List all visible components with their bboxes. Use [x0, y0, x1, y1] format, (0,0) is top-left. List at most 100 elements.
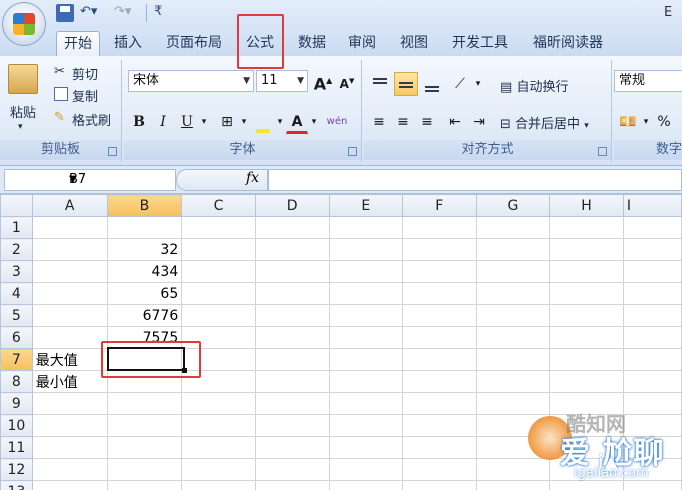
font-name-select[interactable]: 宋体 ▼: [128, 70, 254, 92]
align-center-icon[interactable]: ≡: [392, 110, 414, 134]
orientation-icon[interactable]: ⟋: [448, 72, 472, 96]
cell[interactable]: [622, 304, 682, 327]
cell[interactable]: [475, 282, 551, 305]
chevron-down-icon[interactable]: ▼: [69, 174, 171, 185]
cell[interactable]: [402, 414, 477, 437]
cell[interactable]: [475, 304, 551, 327]
cell[interactable]: [402, 348, 477, 371]
column-header-b[interactable]: B: [106, 194, 183, 217]
cell[interactable]: [475, 238, 551, 261]
cell[interactable]: [328, 216, 404, 239]
tab-home[interactable]: 开始: [56, 31, 100, 56]
cell[interactable]: [254, 370, 330, 393]
cell[interactable]: [328, 238, 404, 261]
row-header[interactable]: 9: [0, 392, 33, 415]
cell[interactable]: [549, 304, 624, 327]
cell-b[interactable]: [106, 458, 183, 481]
cell[interactable]: [402, 370, 477, 393]
cell[interactable]: [328, 392, 404, 415]
font-color-dropdown-icon[interactable]: ▾: [308, 110, 320, 134]
font-launcher-icon[interactable]: [348, 147, 357, 156]
cell[interactable]: [475, 216, 551, 239]
cell-b[interactable]: [106, 436, 183, 459]
cell[interactable]: [328, 480, 404, 490]
column-header-e[interactable]: E: [328, 194, 404, 217]
paste-dropdown-icon[interactable]: ▾: [18, 122, 23, 132]
cell[interactable]: [622, 260, 682, 283]
cell[interactable]: [622, 326, 682, 349]
cell[interactable]: [181, 238, 256, 261]
cell[interactable]: [549, 216, 624, 239]
cell[interactable]: [402, 238, 477, 261]
cell-b[interactable]: 32: [106, 238, 183, 261]
cell-a[interactable]: 最大值: [31, 348, 108, 371]
cell-a[interactable]: [31, 326, 108, 349]
cell-b[interactable]: [106, 414, 183, 437]
align-middle-icon[interactable]: [394, 72, 418, 96]
row-header[interactable]: 13: [0, 480, 33, 490]
redo-button[interactable]: ↷▾: [114, 4, 148, 22]
cell[interactable]: [622, 238, 682, 261]
font-size-select[interactable]: 11 ▼: [256, 70, 308, 92]
row-header[interactable]: 8: [0, 370, 33, 393]
column-header-d[interactable]: D: [254, 194, 330, 217]
row-header[interactable]: 11: [0, 436, 33, 459]
cell[interactable]: [549, 370, 624, 393]
row-header[interactable]: 6: [0, 326, 33, 349]
row-header[interactable]: 7: [0, 348, 33, 371]
accounting-format-icon[interactable]: 💴: [616, 110, 640, 134]
cell[interactable]: [328, 414, 404, 437]
cell[interactable]: [181, 260, 256, 283]
cell[interactable]: [402, 436, 477, 459]
cell-a[interactable]: [31, 436, 108, 459]
tab-review[interactable]: 审阅: [340, 31, 384, 56]
undo-button[interactable]: ↶▾: [80, 4, 110, 22]
cell[interactable]: [181, 392, 256, 415]
office-button[interactable]: [2, 2, 46, 46]
grow-font-button[interactable]: A▲: [312, 69, 334, 93]
tab-foxit-reader[interactable]: 福昕阅读器: [522, 31, 614, 56]
cell[interactable]: [254, 480, 330, 490]
cell-a[interactable]: [31, 480, 108, 490]
cell-a[interactable]: [31, 414, 108, 437]
cell[interactable]: [254, 458, 330, 481]
column-header-g[interactable]: G: [475, 194, 551, 217]
cell[interactable]: [181, 414, 256, 437]
cell[interactable]: [549, 238, 624, 261]
cell[interactable]: [181, 216, 256, 239]
tab-page-layout[interactable]: 页面布局: [158, 31, 230, 56]
copy-button[interactable]: 复制: [72, 86, 98, 105]
cell[interactable]: [254, 326, 330, 349]
bold-button[interactable]: B: [128, 110, 150, 134]
column-header-i[interactable]: I: [622, 194, 682, 217]
column-header-c[interactable]: C: [181, 194, 256, 217]
cell[interactable]: [622, 370, 682, 393]
cell-a[interactable]: 最小值: [31, 370, 108, 393]
cell-a[interactable]: [31, 238, 108, 261]
cell[interactable]: [254, 304, 330, 327]
cell[interactable]: [181, 282, 256, 305]
cell[interactable]: [254, 216, 330, 239]
column-header-a[interactable]: A: [31, 194, 108, 217]
cell[interactable]: [328, 304, 404, 327]
tab-developer[interactable]: 开发工具: [444, 31, 516, 56]
paste-button[interactable]: 粘贴: [10, 102, 36, 121]
cell[interactable]: [402, 260, 477, 283]
cell-b[interactable]: 6776: [106, 304, 183, 327]
cell[interactable]: [549, 326, 624, 349]
cell[interactable]: [549, 260, 624, 283]
orientation-dropdown-icon[interactable]: ▾: [472, 72, 484, 96]
cell-a[interactable]: [31, 458, 108, 481]
cell[interactable]: [254, 414, 330, 437]
cell-b[interactable]: 65: [106, 282, 183, 305]
cell[interactable]: [328, 348, 404, 371]
cell[interactable]: [254, 238, 330, 261]
row-header[interactable]: 1: [0, 216, 33, 239]
column-header-f[interactable]: F: [402, 194, 477, 217]
cell[interactable]: [328, 326, 404, 349]
cell[interactable]: [622, 216, 682, 239]
cell[interactable]: [254, 260, 330, 283]
cell[interactable]: [328, 458, 404, 481]
cell[interactable]: [402, 282, 477, 305]
increase-indent-icon[interactable]: ⇥: [468, 110, 490, 134]
